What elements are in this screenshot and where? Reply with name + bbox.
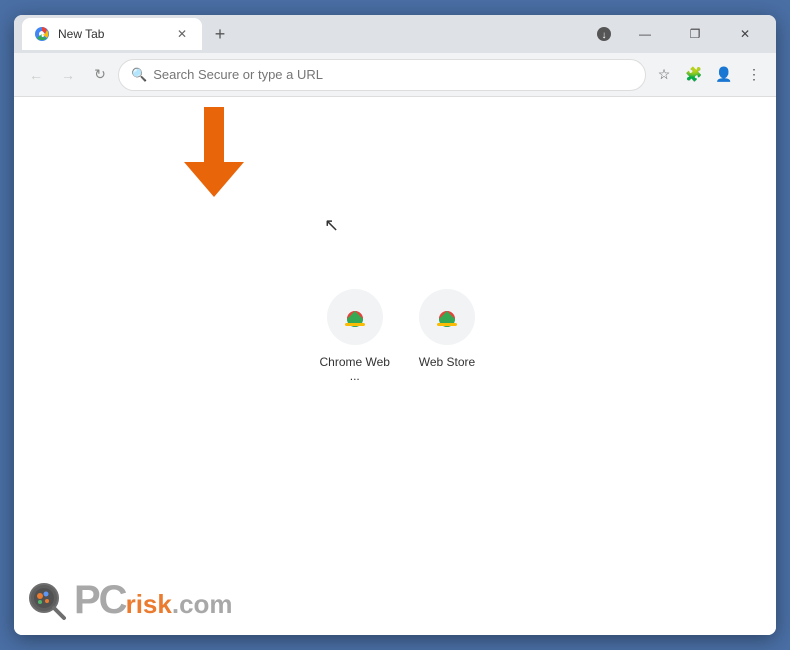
pcrisk-logo bbox=[26, 580, 68, 622]
bookmark-icon: ☆ bbox=[658, 66, 671, 83]
watermark-risk: risk bbox=[126, 589, 172, 620]
toolbar: ← → ↻ 🔍 ☆ 🧩 👤 ⋮ bbox=[14, 53, 776, 97]
toolbar-actions: ☆ 🧩 👤 ⋮ bbox=[650, 61, 768, 89]
tab-title: New Tab bbox=[58, 27, 166, 41]
forward-button[interactable]: → bbox=[54, 61, 82, 89]
back-button[interactable]: ← bbox=[22, 61, 50, 89]
new-tab-button[interactable]: + bbox=[206, 20, 234, 48]
tab-favicon bbox=[34, 26, 50, 42]
shortcuts-grid: Chrome Web ... Web Store bbox=[315, 289, 475, 383]
maximize-button[interactable]: ❐ bbox=[672, 19, 718, 49]
arrow-annotation bbox=[174, 107, 254, 197]
shortcut-label-web-store: Web Store bbox=[419, 355, 475, 369]
svg-text:↓: ↓ bbox=[602, 30, 607, 41]
profile-icon: 👤 bbox=[715, 66, 732, 83]
close-button[interactable]: ✕ bbox=[722, 19, 768, 49]
shortcut-icon-web-store[interactable] bbox=[419, 289, 475, 345]
list-item[interactable]: Chrome Web ... bbox=[315, 289, 395, 383]
extensions-button[interactable]: 🧩 bbox=[680, 61, 708, 89]
menu-button[interactable]: ⋮ bbox=[740, 61, 768, 89]
address-bar[interactable]: 🔍 bbox=[118, 59, 646, 91]
bookmark-button[interactable]: ☆ bbox=[650, 61, 678, 89]
cursor: ↖ bbox=[324, 215, 339, 236]
window-controls: — ❐ ✕ bbox=[622, 19, 768, 49]
shortcut-label-chrome-web: Chrome Web ... bbox=[315, 355, 395, 383]
browser-tab[interactable]: New Tab ✕ bbox=[22, 18, 202, 50]
extensions-icon: 🧩 bbox=[685, 66, 702, 83]
profile-button[interactable]: 👤 bbox=[710, 61, 738, 89]
reload-button[interactable]: ↻ bbox=[86, 61, 114, 89]
minimize-button[interactable]: — bbox=[622, 19, 668, 49]
tab-close-button[interactable]: ✕ bbox=[174, 26, 190, 42]
shortcut-icon-chrome-web[interactable] bbox=[327, 289, 383, 345]
page-content: ↖ Chrome Web ... bbox=[14, 97, 776, 635]
menu-icon: ⋮ bbox=[747, 66, 761, 83]
browser-window: New Tab ✕ + ↓ — ❐ ✕ ← → ↻ 🔍 bbox=[14, 15, 776, 635]
download-icon-btn[interactable]: ↓ bbox=[590, 20, 618, 48]
search-icon: 🔍 bbox=[131, 67, 147, 83]
download-icon: ↓ bbox=[596, 26, 612, 42]
url-input[interactable] bbox=[153, 67, 633, 82]
title-bar: New Tab ✕ + ↓ — ❐ ✕ bbox=[14, 15, 776, 53]
watermark-dotcom: .com bbox=[172, 589, 233, 620]
watermark-pc: PC bbox=[74, 578, 126, 623]
list-item[interactable]: Web Store bbox=[419, 289, 475, 383]
watermark: PC risk .com bbox=[26, 578, 233, 623]
